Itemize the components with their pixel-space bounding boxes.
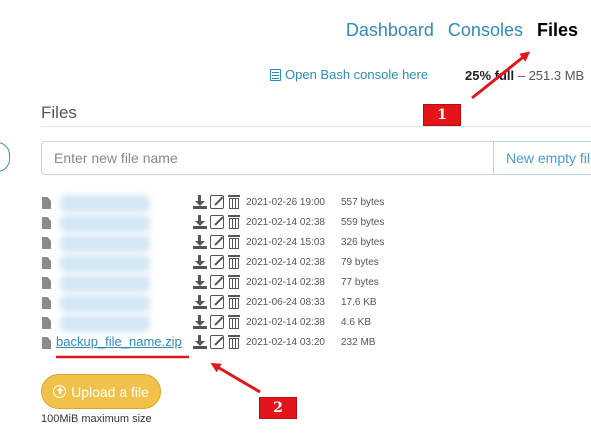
file-date: 2021-02-24 15:03 <box>246 237 325 248</box>
trash-icon[interactable] <box>227 295 241 309</box>
file-icon <box>42 237 51 249</box>
file-icon <box>42 317 51 329</box>
file-name-link[interactable]: backup_file_name.zip <box>56 334 182 349</box>
download-icon[interactable] <box>193 195 207 209</box>
top-nav: Dashboard Consoles Files <box>346 20 578 41</box>
file-size: 4.6 KB <box>341 317 372 328</box>
callout-2: 2 <box>259 397 297 419</box>
nav-dashboard[interactable]: Dashboard <box>346 20 434 41</box>
file-row: 2021-02-14 02:38 77 bytes <box>0 274 591 294</box>
annotation-arrow-2 <box>210 362 261 394</box>
file-icon <box>42 257 51 269</box>
directory-button[interactable] <box>0 142 10 172</box>
disk-quota: 25% full – 251.3 MB <box>465 68 584 83</box>
edit-icon[interactable] <box>210 235 224 249</box>
trash-icon[interactable] <box>227 235 241 249</box>
trash-icon[interactable] <box>227 255 241 269</box>
file-icon <box>42 277 51 289</box>
file-size: 326 bytes <box>341 237 385 248</box>
file-row: 2021-02-24 15:03 326 bytes <box>0 234 591 254</box>
download-icon[interactable] <box>193 215 207 229</box>
quota-rest: – 251.3 MB <box>514 68 585 83</box>
edit-icon[interactable] <box>210 255 224 269</box>
file-date: 2021-02-14 02:38 <box>246 257 325 268</box>
file-row: 2021-02-26 19:00 557 bytes <box>0 194 591 214</box>
trash-icon[interactable] <box>227 275 241 289</box>
edit-icon[interactable] <box>210 315 224 329</box>
section-title: Files <box>41 103 77 122</box>
trash-icon[interactable] <box>227 215 241 229</box>
file-row: 2021-02-14 02:38 79 bytes <box>0 254 591 274</box>
file-row: 2021-06-24 08:33 17.6 KB <box>0 294 591 314</box>
download-icon[interactable] <box>193 335 207 349</box>
open-bash-console-link[interactable]: Open Bash console here <box>270 67 428 82</box>
file-row: 2021-02-14 02:38 4.6 KB <box>0 314 591 334</box>
console-icon <box>270 68 281 81</box>
file-date: 2021-02-26 19:00 <box>246 197 325 208</box>
blurred-file-name[interactable] <box>60 235 150 252</box>
quota-used: 25% full <box>465 68 515 83</box>
file-row: 2021-02-14 02:38 559 bytes <box>0 214 591 234</box>
file-icon <box>42 197 51 209</box>
file-size: 557 bytes <box>341 197 385 208</box>
file-date: 2021-02-14 02:38 <box>246 277 325 288</box>
file-date: 2021-02-14 02:38 <box>246 217 325 228</box>
nav-consoles[interactable]: Consoles <box>448 20 523 41</box>
file-row: backup_file_name.zip 2021-02-14 03:20 23… <box>0 334 591 354</box>
callout-1: 1 <box>423 104 461 126</box>
edit-icon[interactable] <box>210 295 224 309</box>
blurred-file-name[interactable] <box>60 295 150 312</box>
download-icon[interactable] <box>193 275 207 289</box>
edit-icon[interactable] <box>210 195 224 209</box>
file-icon <box>42 217 51 229</box>
max-upload-size: 100MiB maximum size <box>41 413 152 425</box>
file-size: 77 bytes <box>341 277 379 288</box>
blurred-file-name[interactable] <box>60 215 150 232</box>
edit-icon[interactable] <box>210 335 224 349</box>
file-size: 232 MB <box>341 337 376 348</box>
file-date: 2021-06-24 08:33 <box>246 297 325 308</box>
download-icon[interactable] <box>193 255 207 269</box>
trash-icon[interactable] <box>227 195 241 209</box>
download-icon[interactable] <box>193 295 207 309</box>
file-size: 17.6 KB <box>341 297 377 308</box>
download-icon[interactable] <box>193 235 207 249</box>
blurred-file-name[interactable] <box>60 275 150 292</box>
upload-file-button[interactable]: Upload a file <box>41 374 161 409</box>
section-divider <box>41 126 591 127</box>
blurred-file-name[interactable] <box>60 255 150 272</box>
edit-icon[interactable] <box>210 215 224 229</box>
nav-files[interactable]: Files <box>537 20 578 41</box>
file-icon <box>42 337 51 349</box>
file-icon <box>42 297 51 309</box>
file-date: 2021-02-14 03:20 <box>246 337 325 348</box>
bash-link-label: Open Bash console here <box>285 67 429 82</box>
file-date: 2021-02-14 02:38 <box>246 317 325 328</box>
new-empty-file-button[interactable]: New empty fil <box>493 141 591 175</box>
download-icon[interactable] <box>193 315 207 329</box>
upload-circle-icon <box>53 385 67 398</box>
edit-icon[interactable] <box>210 275 224 289</box>
blurred-file-name[interactable] <box>60 195 150 212</box>
upload-label: Upload a file <box>71 383 149 400</box>
new-file-name-input[interactable] <box>41 141 494 175</box>
file-size: 559 bytes <box>341 217 385 228</box>
trash-icon[interactable] <box>227 315 241 329</box>
trash-icon[interactable] <box>227 335 241 349</box>
blurred-file-name[interactable] <box>60 315 150 332</box>
file-size: 79 bytes <box>341 257 379 268</box>
